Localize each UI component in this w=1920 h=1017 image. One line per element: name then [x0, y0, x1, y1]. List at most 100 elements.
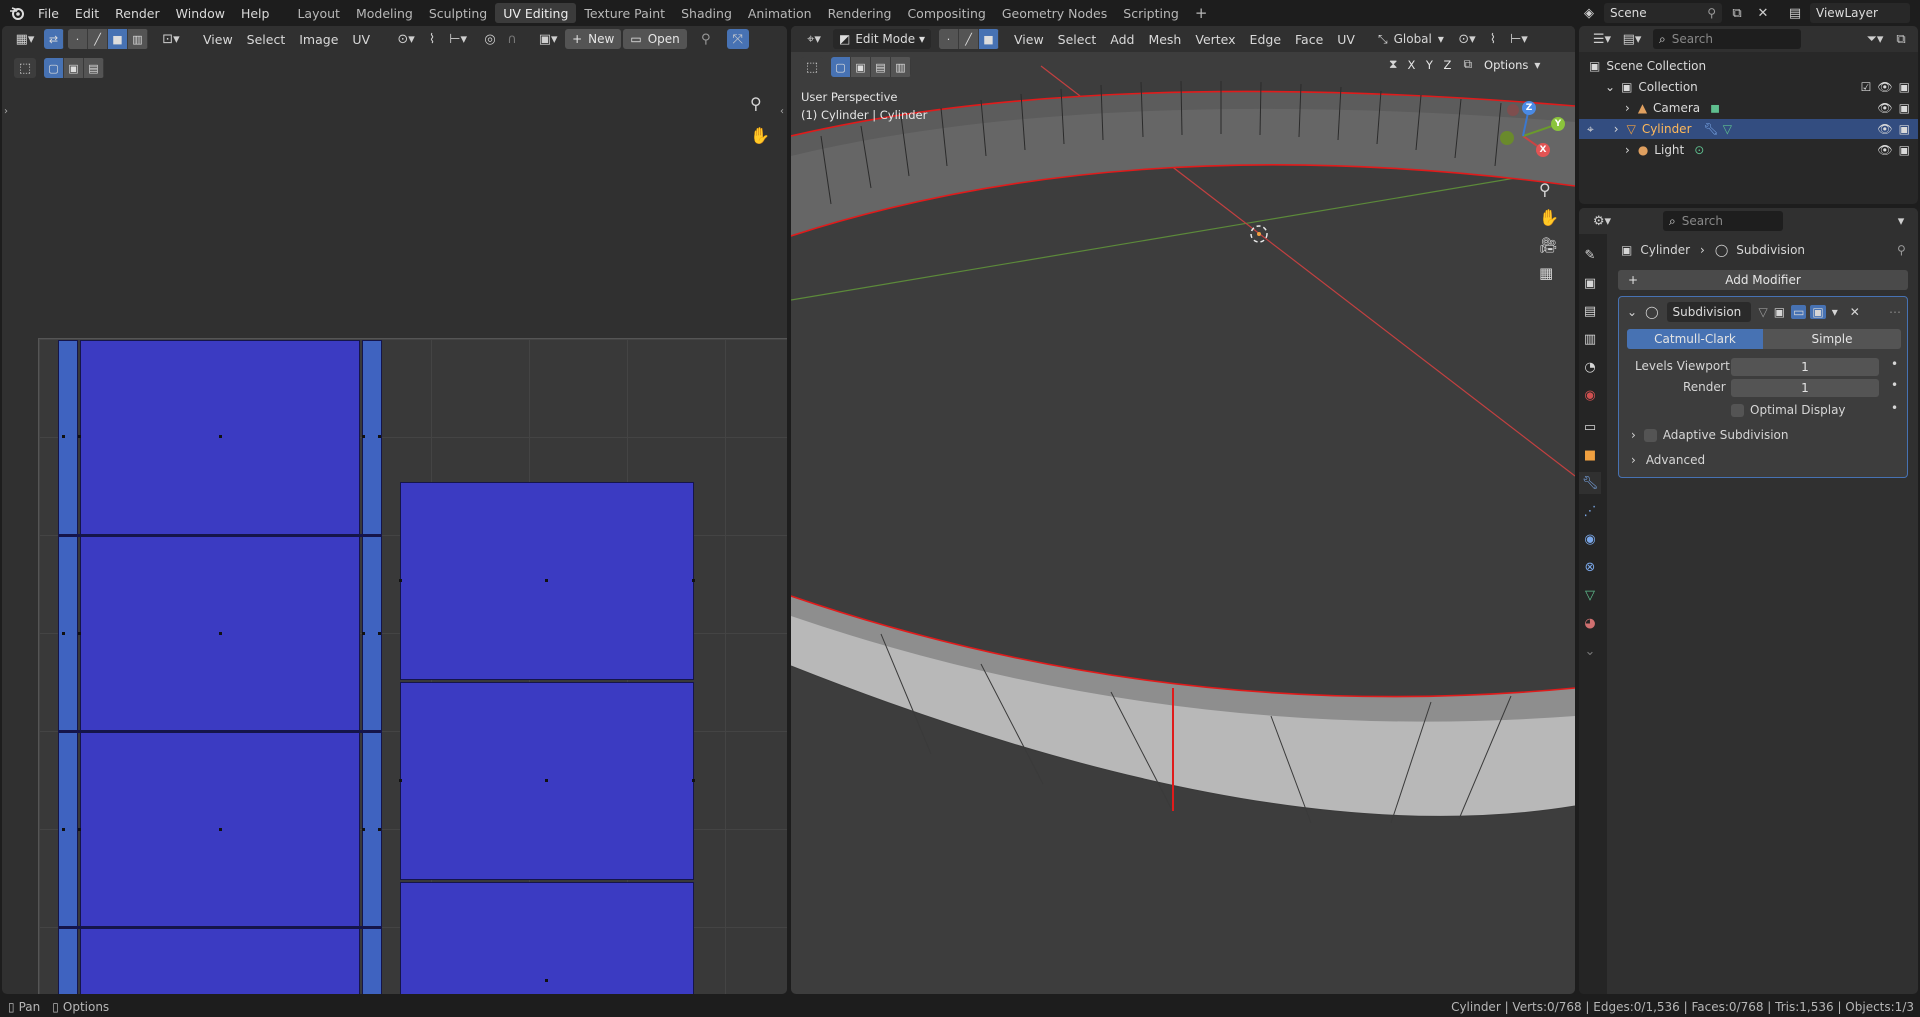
selection-mode-group[interactable]: ▢ ▣ ▤	[44, 58, 104, 78]
viewport-menu-view[interactable]: View	[1007, 29, 1051, 49]
uv-island-strip-left[interactable]	[58, 340, 78, 994]
axis-y[interactable]: Y	[1421, 58, 1437, 72]
visibility-eye-icon[interactable]: 👁︎	[1877, 122, 1892, 136]
uv-select-mode[interactable]: · ╱ ■ ▥	[68, 29, 148, 49]
pin-image-icon[interactable]: ⚲	[695, 29, 717, 49]
tab-rendering[interactable]: Rendering	[820, 3, 900, 23]
uv-menu-image[interactable]: Image	[292, 29, 345, 49]
mirror-icon[interactable]: ⧗	[1389, 57, 1397, 72]
scene-collection-row[interactable]: ▣ Scene Collection	[1579, 56, 1918, 76]
scene-selector[interactable]: Scene ⚲	[1604, 3, 1722, 23]
menu-edit[interactable]: Edit	[67, 0, 107, 26]
snap-settings-icon[interactable]: ⊢▾	[1504, 29, 1534, 49]
properties-editor-type-icon[interactable]: ⚙▾	[1587, 211, 1617, 231]
mesh-data-icon[interactable]: ▽	[1723, 122, 1732, 136]
optimal-display-checkbox[interactable]: Optimal Display	[1731, 403, 1846, 417]
orientation-selector[interactable]: ⤡ Global ▾	[1378, 32, 1444, 47]
extend-selection-icon[interactable]: ▣	[64, 58, 84, 78]
axis-x[interactable]: X	[1403, 58, 1419, 72]
axis-z[interactable]: Z	[1439, 58, 1455, 72]
vp-hand-pan-icon[interactable]: ✋	[1539, 208, 1559, 227]
scene-tab-icon[interactable]: ◔	[1579, 356, 1601, 378]
viewport-menu-add[interactable]: Add	[1103, 29, 1141, 49]
tab-layout[interactable]: Layout	[289, 3, 348, 23]
proportional-edit-icon[interactable]: ◎	[479, 29, 501, 49]
keyframe-dot-icon[interactable]: •	[1891, 401, 1898, 415]
scene-browse-icon[interactable]: ◈	[1578, 3, 1600, 23]
viewport-toggle-icon[interactable]: ▭	[1791, 305, 1807, 319]
properties-search[interactable]: ⌕ Search	[1663, 211, 1783, 231]
viewport-menu-uv[interactable]: UV	[1330, 29, 1362, 49]
visibility-eye-icon[interactable]: 👁︎	[1877, 80, 1892, 94]
expand-chevron-icon[interactable]: ›	[1631, 428, 1636, 442]
render-camera-icon[interactable]: ▣	[1899, 143, 1910, 157]
snap-target-icon[interactable]: ⊢▾	[443, 29, 473, 49]
collection-row[interactable]: ⌄ ▣ Collection ☑ 👁︎ ▣	[1579, 77, 1918, 97]
filter-icon[interactable]: ⏷▾	[1860, 29, 1890, 49]
gizmo-y-axis[interactable]: Y	[1551, 117, 1565, 131]
catmull-clark-button[interactable]: Catmull-Clark	[1627, 329, 1763, 349]
adaptive-check-icon[interactable]	[1643, 428, 1657, 442]
render-levels-field[interactable]: 1	[1731, 379, 1879, 397]
menu-window[interactable]: Window	[168, 0, 233, 26]
drag-handle-icon[interactable]: ⋯	[1889, 305, 1901, 319]
tab-modeling[interactable]: Modeling	[348, 3, 421, 23]
menu-file[interactable]: File	[30, 0, 67, 26]
tab-sculpting[interactable]: Sculpting	[421, 3, 495, 23]
gizmo-x-axis[interactable]: X	[1536, 143, 1550, 157]
constraints-tab-icon[interactable]: ⊗	[1579, 556, 1601, 578]
edit-mode-toggle-icon[interactable]: ▽	[1759, 305, 1768, 319]
viewport-menu-mesh[interactable]: Mesh	[1141, 29, 1188, 49]
physics-tab-icon[interactable]: ◉	[1579, 528, 1601, 550]
tab-uv-editing[interactable]: UV Editing	[495, 3, 577, 23]
viewport-menu-select[interactable]: Select	[1051, 29, 1104, 49]
new-image-button[interactable]: + New	[565, 29, 622, 49]
delete-scene-icon[interactable]: ✕	[1752, 3, 1774, 23]
render-camera-icon[interactable]: ▣	[1899, 101, 1910, 115]
new-scene-icon[interactable]: ⧉	[1726, 3, 1748, 23]
particles-tab-icon[interactable]: ⋰	[1579, 500, 1601, 522]
view-layer-tab-icon[interactable]: ▥	[1579, 328, 1601, 350]
tool-tab-icon[interactable]: ✎	[1579, 244, 1601, 266]
camera-data-icon[interactable]: ◼	[1710, 101, 1720, 115]
uv-island-strip-right[interactable]	[362, 340, 382, 994]
snap-toggle-icon[interactable]: ⌇	[1482, 29, 1504, 49]
viewport-menu-face[interactable]: Face	[1288, 29, 1330, 49]
outliner-editor-type-icon[interactable]: ☰▾	[1587, 29, 1617, 49]
exclude-checkbox-icon[interactable]: ☑	[1861, 80, 1872, 94]
levels-viewport-field[interactable]: 1	[1731, 358, 1879, 376]
viewport-editor-type-icon[interactable]: ⌖▾	[799, 29, 829, 49]
add-modifier-button[interactable]: + Add Modifier	[1618, 270, 1908, 290]
sidebar-expand-icon[interactable]: ‹	[780, 106, 784, 117]
uv-face[interactable]	[80, 928, 360, 994]
face-select-icon[interactable]: ■	[108, 29, 128, 49]
properties-options-icon[interactable]: ▾	[1890, 211, 1912, 231]
camera-view-icon[interactable]: 🎥︎	[1539, 236, 1558, 254]
outliner[interactable]: ☰▾ ▤▾ ⌕ Search ⏷▾ ⧉ ▣ Scene Collection ⌄…	[1579, 26, 1918, 204]
tab-geometry-nodes[interactable]: Geometry Nodes	[994, 3, 1115, 23]
auto-merge-icon[interactable]: ⧉	[1463, 57, 1472, 72]
snap-icon[interactable]: ⌇	[421, 29, 443, 49]
light-data-icon[interactable]: ⊙	[1694, 143, 1704, 157]
expand-chevron-icon[interactable]: ›	[1625, 101, 1630, 115]
new-collection-icon[interactable]: ⧉	[1890, 29, 1912, 49]
edge-select-icon[interactable]: ╱	[88, 29, 108, 49]
optimal-display-check-icon[interactable]	[1731, 403, 1744, 417]
edit-mode-indicator-icon[interactable]: ⌖	[1587, 122, 1594, 137]
simple-button[interactable]: Simple	[1763, 329, 1901, 349]
perspective-toggle-icon[interactable]: ▦	[1539, 264, 1553, 282]
falloff-icon[interactable]: ∩	[501, 29, 523, 49]
gizmo-z-axis[interactable]: Z	[1522, 101, 1536, 115]
render-camera-icon[interactable]: ▣	[1899, 122, 1910, 136]
gizmo-toggle-icon[interactable]: ⤧	[726, 29, 749, 49]
tab-scripting[interactable]: Scripting	[1115, 3, 1187, 23]
visibility-eye-icon[interactable]: 👁︎	[1877, 101, 1892, 115]
pivot-icon[interactable]: ⊙▾	[391, 29, 421, 49]
output-tab-icon[interactable]: ▤	[1579, 300, 1601, 322]
modifier-name-field[interactable]: Subdivision	[1666, 302, 1751, 322]
keyframe-dot-icon[interactable]: •	[1891, 378, 1898, 392]
face-mode-icon[interactable]: ■	[979, 29, 999, 49]
uv-menu-view[interactable]: View	[196, 29, 240, 49]
remove-modifier-icon[interactable]: ✕	[1850, 305, 1860, 319]
data-tab-icon[interactable]: ▽	[1579, 584, 1601, 606]
